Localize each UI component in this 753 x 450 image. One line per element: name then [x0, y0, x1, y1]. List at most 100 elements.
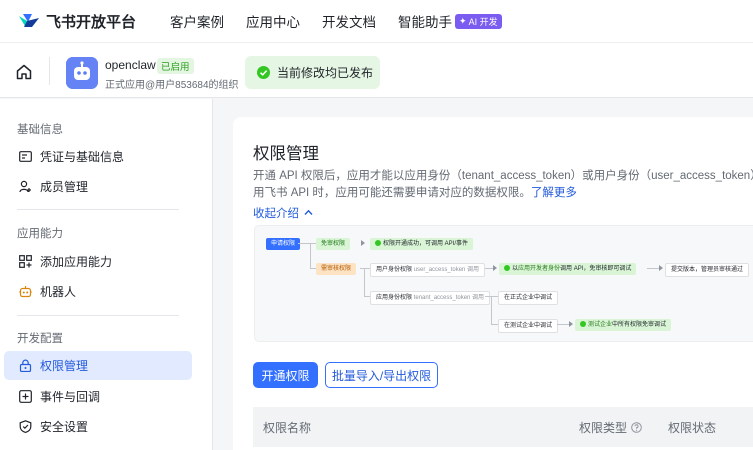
divider: [49, 57, 50, 85]
collapse-intro-toggle[interactable]: 收起介绍: [253, 205, 313, 221]
column-header-name: 权限名称: [263, 421, 312, 435]
help-icon[interactable]: [631, 422, 642, 433]
nav-customer-cases[interactable]: 客户案例: [170, 11, 224, 31]
app-name: openclaw: [105, 58, 156, 72]
permission-table-header: 权限名称 权限类型 权限状态: [253, 407, 753, 447]
flow-connector: [491, 296, 492, 324]
flow-user-identity-label: 用户身份权限: [376, 267, 413, 273]
flow-user-token-label: user_access_token 调用: [413, 267, 480, 273]
flow-app-identity-label: 应用身份权限: [376, 295, 413, 301]
sidebar-item-label: 凭证与基础信息: [40, 150, 125, 164]
flow-test-result-post: 中所有权限免审调试: [612, 322, 667, 328]
check-dot-icon: [375, 240, 381, 247]
sidebar-item-label: 事件与回调: [40, 390, 101, 404]
flow-test-result-highlight: 测试企业: [588, 322, 613, 328]
flow-user-result-highlight: 应用开发者身份: [518, 266, 561, 272]
flow-review-node: 需审核权限: [316, 263, 357, 275]
flow-arrow-icon: [361, 240, 365, 246]
column-header-type-label: 权限类型: [579, 421, 628, 435]
app-description: 正式应用@用户853684的组织: [105, 80, 239, 91]
chevron-up-icon: [304, 209, 313, 215]
ai-badge-label: AI 开发: [468, 16, 498, 27]
app-avatar: [66, 57, 98, 89]
permission-flow-diagram: 申请权限 免审权限 权限开通成功，可调用 API/事件 需审核权限 用户身份权限…: [254, 225, 753, 342]
description-line-2: 用飞书 API 时，应用可能还需要申请对应的数据权限。: [253, 187, 531, 199]
permission-card: 权限管理 开通 API 权限后，应用才能以应用身份（tenant_access_…: [233, 117, 753, 450]
publish-status-banner: 当前修改均已发布: [245, 56, 380, 89]
logo-text: 飞书开放平台: [46, 13, 137, 31]
flow-submit-node: 提交版本，管理员审核通过: [665, 263, 750, 277]
flow-app-identity-node: 应用身份权限 tenant_access_token 调用: [370, 291, 491, 305]
check-circle-icon: [257, 66, 270, 79]
sidebar-item-permissions[interactable]: 权限管理: [4, 351, 192, 380]
sidebar-item-add-capability[interactable]: 添加应用能力: [4, 247, 192, 276]
shield-icon: [18, 420, 32, 434]
flow-exempt-node: 免审权限: [316, 238, 351, 250]
divider: [17, 209, 179, 210]
flow-connector: [298, 243, 316, 244]
sidebar-item-label: 机器人: [40, 285, 77, 299]
check-dot-icon: [580, 321, 586, 328]
flow-exempt-result: 权限开通成功，可调用 API/事件: [370, 238, 474, 250]
flow-arrow-icon: [659, 265, 663, 271]
flow-apply-node: 申请权限: [266, 238, 301, 250]
nav-app-center[interactable]: 应用中心: [246, 11, 300, 31]
sidebar-item-security[interactable]: 安全设置: [4, 412, 192, 441]
sidebar-item-label: 安全设置: [40, 420, 89, 434]
sidebar-item-credentials[interactable]: 凭证与基础信息: [4, 142, 192, 171]
bot-icon: [66, 57, 98, 89]
flow-connector: [360, 268, 370, 269]
sidebar-item-label: 添加应用能力: [40, 255, 113, 269]
user-add-icon: [18, 180, 32, 194]
nav-ai-assistant[interactable]: 智能助手: [398, 11, 452, 31]
flow-arrow-icon: [569, 321, 573, 327]
flow-prod-debug-node: 在正式企业中调试: [498, 291, 559, 305]
column-header-status: 权限状态: [668, 421, 717, 435]
sidebar-item-members[interactable]: 成员管理: [4, 172, 192, 201]
column-header-type: 权限类型: [579, 419, 642, 436]
home-icon[interactable]: [15, 63, 33, 81]
collapse-intro-label: 收起介绍: [253, 208, 299, 220]
grid-plus-icon: [18, 255, 32, 269]
status-badge: 已启用: [157, 58, 194, 74]
flow-connector: [364, 268, 365, 296]
ai-badge: ✦ AI 开发: [455, 13, 502, 29]
flow-test-debug-node: 在测试企业中调试: [498, 319, 559, 333]
page-title: 权限管理: [253, 145, 319, 163]
batch-import-export-button[interactable]: 批量导入/导出权限: [325, 362, 438, 388]
nav-dev-docs[interactable]: 开发文档: [322, 11, 376, 31]
page-description: 开通 API 权限后，应用才能以应用身份（tenant_access_token…: [253, 168, 753, 202]
feishu-logo-icon: [19, 14, 39, 27]
sidebar: 基础信息 凭证与基础信息 成员管理 应用能力 添加应用能力 机器人 开发配置 权…: [0, 99, 213, 450]
sidebar-item-events[interactable]: 事件与回调: [4, 382, 192, 411]
learn-more-link[interactable]: 了解更多: [531, 187, 577, 199]
check-dot-icon: [504, 265, 510, 272]
flow-exempt-result-text: 权限开通成功，可调用 API/事件: [383, 241, 469, 247]
flow-connector: [310, 243, 311, 268]
event-icon: [18, 390, 32, 404]
flow-user-result: 以应用开发者身份调用 API，免审核即可调试: [499, 263, 637, 275]
robot-icon: [18, 285, 32, 299]
flow-connector: [491, 324, 498, 325]
flow-arrow-icon: [493, 265, 497, 271]
flow-user-result-post: 调用 API，免审核即可调试: [560, 266, 632, 272]
sidebar-item-label: 成员管理: [40, 180, 89, 194]
group-title-dev-config: 开发配置: [17, 333, 63, 345]
app-bar: openclaw 已启用 正式应用@用户853684的组织 当前修改均已发布: [0, 42, 753, 98]
top-nav: 飞书开放平台 客户案例 应用中心 开发文档 智能助手 ✦ AI 开发: [0, 0, 753, 42]
open-permission-button[interactable]: 开通权限: [253, 362, 318, 388]
group-title-basic: 基础信息: [17, 124, 63, 136]
flow-user-identity-node: 用户身份权限 user_access_token 调用: [370, 263, 486, 277]
id-card-icon: [18, 150, 32, 164]
group-title-capability: 应用能力: [17, 228, 63, 240]
sparkle-icon: ✦: [459, 15, 467, 26]
description-line-1: 开通 API 权限后，应用才能以应用身份（tenant_access_token…: [253, 170, 753, 182]
sidebar-item-label: 权限管理: [40, 359, 89, 373]
logo[interactable]: 飞书开放平台: [18, 11, 136, 32]
sidebar-item-robot[interactable]: 机器人: [4, 277, 192, 306]
flow-test-result: 测试企业中所有权限免审调试: [575, 319, 672, 331]
lock-icon: [18, 359, 32, 373]
flow-app-token-label: tenant_access_token 调用: [413, 295, 485, 301]
divider: [17, 315, 179, 316]
publish-status-text: 当前修改均已发布: [277, 66, 374, 80]
